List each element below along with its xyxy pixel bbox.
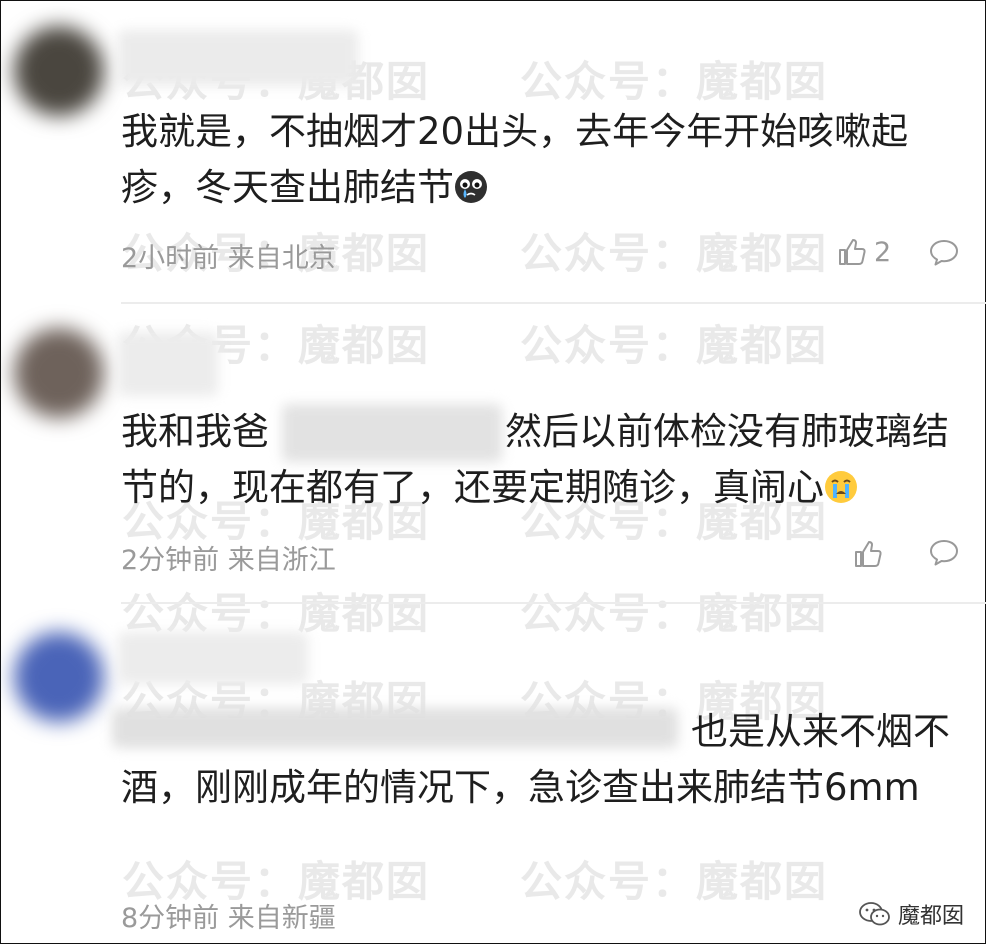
thumbs-up-icon [839,239,866,265]
comment-bubble-icon [930,240,958,266]
like-button[interactable]: 2 [836,236,891,268]
comment-bubble-icon [930,540,958,566]
crying-face-icon [825,471,857,503]
comment-text: 也是从来不烟不酒，刚刚成年的情况下，急诊查出来肺结节6mm [121,710,950,809]
avatar[interactable] [14,328,104,418]
brand-name: 魔都囡 [897,904,964,929]
username-redacted [118,332,218,396]
like-count: 2 [874,236,892,268]
comment-item: 我和我爸 然后以前体检没有肺玻璃结节的，现在都有了，还要定期随诊，真闹心 2分钟前… [0,304,986,604]
thumbs-up-icon [855,541,882,567]
comment-text: 我就是，不抽烟才20出头，去年今年开始咳嗽起疹，冬天查出肺结节 [121,110,909,209]
reply-button[interactable] [928,238,960,272]
comment-meta: 2小时前 来自北京 [121,243,336,274]
reply-button[interactable] [928,538,960,572]
comment-text: 我和我爸 然后以前体检没有肺玻璃结节的，现在都有了，还要定期随诊，真闹心 [121,410,949,509]
brand-watermark: 魔都囡 [858,898,964,930]
avatar[interactable] [14,632,104,722]
comment-item: 我就是，不抽烟才20出头，去年今年开始咳嗽起疹，冬天查出肺结节 2小时前 来自北… [0,0,986,304]
like-button[interactable] [852,538,890,570]
comment-meta: 2分钟前 来自浙江 [121,545,336,576]
sobbing-face-icon [455,171,487,203]
comment-meta: 8分钟前 来自新疆 [121,903,336,934]
username-redacted [118,632,308,684]
comment-item: 也是从来不烟不酒，刚刚成年的情况下，急诊查出来肺结节6mm 8分钟前 来自新疆 [0,604,986,944]
wechat-icon [859,902,890,926]
avatar[interactable] [14,26,104,116]
username-redacted [118,30,358,86]
